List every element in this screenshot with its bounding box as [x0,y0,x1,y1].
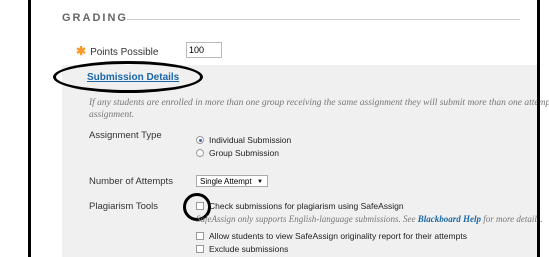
checkbox-allow-students[interactable] [196,232,204,240]
allow-students-label: Allow students to view SafeAssign origin… [209,231,467,241]
points-label-text: Points Possible [90,47,159,58]
submission-details-section [62,65,540,257]
radio-selected-icon[interactable] [196,136,204,144]
checkbox-exclude[interactable] [196,245,204,253]
radio-group-submission[interactable]: Group Submission [196,148,279,158]
points-possible-label: ✱ Points Possible [76,44,158,58]
exclude-submissions-row[interactable]: Exclude submissions [196,244,288,254]
exclude-label: Exclude submissions [209,244,289,254]
group-info-text: If any students are enrolled in more tha… [89,97,549,121]
check-safeassign-label: Check submissions for plagiarism using S… [209,201,404,211]
check-safeassign-row[interactable]: Check submissions for plagiarism using S… [196,201,404,211]
radio-unselected-icon[interactable] [196,149,204,157]
radio-group-label: Group Submission [209,148,279,158]
note-suffix: for more details. [483,214,543,224]
blackboard-help-link[interactable]: Blackboard Help [418,214,481,224]
attempts-dropdown[interactable]: Single Attempt ▼ [196,175,268,187]
dropdown-arrow-icon: ▼ [257,179,263,185]
number-of-attempts-label: Number of Attempts [89,176,173,187]
radio-individual-label: Individual Submission [209,135,292,145]
plagiarism-tools-label: Plagiarism Tools [89,201,158,212]
info-line-1: If any students are enrolled in more tha… [89,98,549,108]
section-divider [127,19,520,20]
allow-students-row[interactable]: Allow students to view SafeAssign origin… [196,231,467,241]
radio-individual-submission[interactable]: Individual Submission [196,135,291,145]
safeassign-note: SafeAssign only supports English-languag… [196,214,543,224]
frame-border-right [537,0,540,257]
note-prefix: SafeAssign only supports English-languag… [196,214,416,224]
info-line-2: assignment. [89,110,135,120]
required-asterisk-icon: ✱ [76,44,87,58]
grading-section-title: GRADING [62,12,128,24]
attempts-selected-value: Single Attempt [200,177,252,186]
assignment-type-label: Assignment Type [89,130,162,141]
frame-border-left [28,0,31,257]
points-possible-input[interactable]: 100 [186,42,222,58]
annotation-oval [53,61,203,93]
